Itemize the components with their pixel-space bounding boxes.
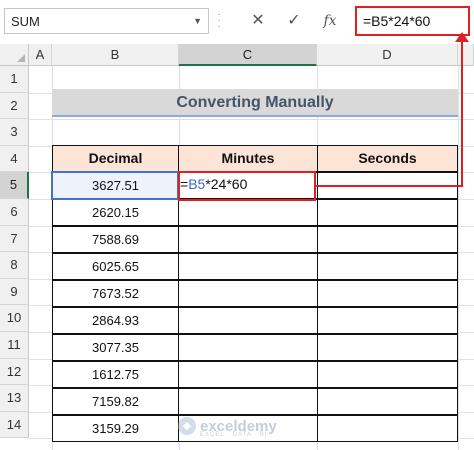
header-minutes[interactable]: Minutes — [178, 145, 318, 172]
minutes-cell[interactable] — [178, 225, 318, 253]
column-header-b[interactable]: B — [52, 44, 179, 66]
seconds-cell[interactable] — [317, 252, 458, 280]
column-header-a[interactable]: A — [29, 44, 52, 66]
seconds-cell[interactable] — [317, 279, 458, 307]
active-cell-formula[interactable]: =B5*24*60 — [180, 176, 247, 192]
reference-cell-outline — [51, 171, 179, 200]
seconds-cell[interactable] — [317, 198, 458, 226]
formula-rest: *24*60 — [205, 176, 248, 192]
formula-ref: B5 — [188, 176, 206, 192]
minutes-cell[interactable] — [178, 307, 318, 334]
row-header-4[interactable]: 4 — [0, 145, 29, 173]
header-seconds[interactable]: Seconds — [317, 145, 458, 172]
decimal-cell[interactable]: 3159.29 — [52, 415, 179, 443]
row-header-2[interactable]: 2 — [0, 92, 29, 120]
row-header-6[interactable]: 6 — [0, 199, 29, 226]
decimal-cell[interactable]: 7588.69 — [52, 225, 179, 253]
gridline — [458, 66, 459, 450]
select-all-button[interactable] — [0, 44, 29, 66]
row-header-14[interactable]: 14 — [0, 411, 29, 439]
cancel-button[interactable]: ✕ — [244, 9, 272, 33]
watermark: ◆ exceldemy EXCEL · DATA · BI — [178, 412, 277, 440]
row-header-13[interactable]: 13 — [0, 385, 29, 412]
minutes-cell[interactable] — [178, 279, 318, 307]
formula-eq: = — [180, 176, 189, 192]
decimal-cell[interactable]: 7159.82 — [52, 388, 179, 416]
seconds-cell[interactable] — [317, 388, 458, 416]
row-header-10[interactable]: 10 — [0, 305, 29, 332]
seconds-cell[interactable] — [317, 334, 458, 362]
exceldemy-logo-icon: ◆ — [178, 417, 196, 435]
seconds-cell[interactable] — [317, 225, 458, 253]
decimal-cell[interactable]: 7673.52 — [52, 279, 179, 307]
row-header-11[interactable]: 11 — [0, 332, 29, 359]
decimal-cell[interactable]: 2864.93 — [52, 307, 179, 334]
row-header-1[interactable]: 1 — [0, 66, 29, 93]
seconds-cell[interactable] — [317, 415, 458, 443]
seconds-cell[interactable] — [317, 361, 458, 389]
name-box-value: SUM — [11, 14, 40, 29]
decimal-cell[interactable]: 6025.65 — [52, 252, 179, 280]
formula-input[interactable]: =B5*24*60 — [355, 6, 470, 36]
seconds-cell[interactable] — [317, 307, 458, 334]
column-header-d[interactable]: D — [317, 44, 458, 66]
decimal-cell[interactable]: 2620.15 — [52, 198, 179, 226]
row-header-8[interactable]: 8 — [0, 252, 29, 279]
minutes-cell[interactable] — [178, 198, 318, 226]
callout-line — [316, 185, 462, 187]
decimal-cell[interactable]: 3077.35 — [52, 334, 179, 362]
watermark-tagline: EXCEL · DATA · BI — [200, 432, 268, 438]
drag-handle-icon[interactable]: · · · — [216, 10, 222, 32]
gridline — [29, 119, 474, 121]
decimal-cell[interactable]: 1612.75 — [52, 361, 179, 389]
callout-line — [461, 35, 463, 187]
formula-bar: SUM ▼ · · · ✕ ✓ fx =B5*24*60 — [0, 0, 474, 44]
chevron-down-icon[interactable]: ▼ — [193, 16, 202, 26]
arrow-up-icon — [455, 32, 469, 42]
name-box[interactable]: SUM ▼ — [4, 8, 209, 34]
row-header-3[interactable]: 3 — [0, 119, 29, 146]
minutes-cell[interactable] — [178, 361, 318, 389]
sheet-title[interactable]: Converting Manually — [52, 89, 458, 117]
row-header-12[interactable]: 12 — [0, 358, 29, 386]
row-header-7[interactable]: 7 — [0, 225, 29, 253]
row-header-5[interactable]: 5 — [0, 172, 29, 199]
minutes-cell[interactable] — [178, 252, 318, 280]
header-decimal[interactable]: Decimal — [52, 145, 179, 172]
enter-button[interactable]: ✓ — [280, 9, 308, 33]
minutes-cell[interactable] — [178, 334, 318, 362]
row-header-9[interactable]: 9 — [0, 278, 29, 306]
insert-function-button[interactable]: fx — [316, 9, 344, 33]
column-header-c[interactable]: C — [179, 44, 317, 66]
